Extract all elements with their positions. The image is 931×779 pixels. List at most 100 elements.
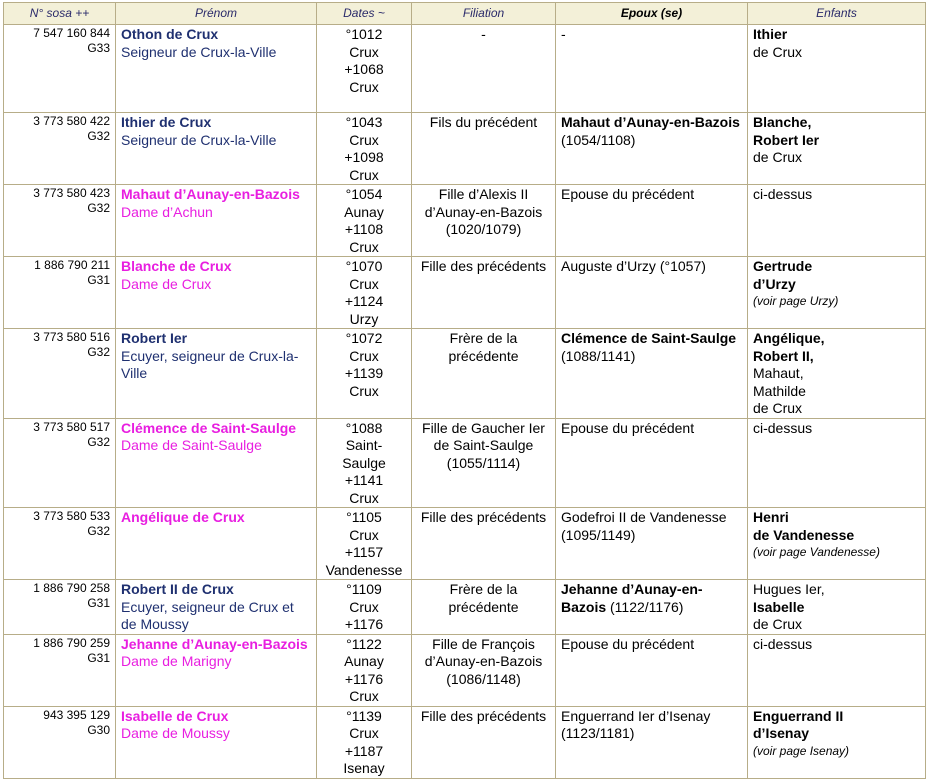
filiation-cell: Frère de la précédente: [411, 579, 556, 635]
children-note: (voir page Urzy): [753, 294, 839, 308]
child-line: Hugues Ier,: [753, 581, 825, 597]
person-title: Seigneur de Crux-la-Ville: [121, 43, 277, 60]
child-line: Gertrude: [753, 258, 813, 274]
filiation-text: Fille des précédents: [420, 707, 547, 724]
header-dates: Dates ~: [316, 2, 412, 25]
spouse-cell: Epouse du précédent: [555, 184, 748, 257]
children-cell: ci-dessus: [747, 184, 926, 257]
date-line: °1070: [345, 258, 383, 274]
filiation-text: Fille de Gaucher Ier de Saint-Saulge (10…: [422, 419, 545, 471]
spouse-cell: Epouse du précédent: [555, 417, 748, 508]
date-line: Crux: [349, 382, 379, 399]
children-cell: Blanche, Robert Ier de Crux: [747, 112, 926, 185]
generation-label: G31: [87, 596, 110, 610]
date-line: °1012: [345, 26, 383, 42]
header-filiation: Filiation: [411, 2, 556, 25]
table-row: 3 773 580 516 G32 Robert Ier Ecuyer, seigne…: [3, 328, 926, 419]
spouse-name: Mahaut d’Aunay-en-Bazois: [561, 114, 740, 130]
filiation-text: Fille des précédents: [420, 258, 547, 274]
spouse-cell: Jehanne d’Aunay-en-Bazois (1122/1176): [555, 579, 748, 635]
person-name: Clémence de Saint-Saulge: [121, 419, 297, 436]
child-line: Mahaut,: [753, 365, 804, 381]
dates-cell: °1088 Saint- Saulge +1141 Crux: [316, 417, 412, 508]
person-title: Dame de Moussy: [121, 725, 230, 741]
person-name: Jehanne d’Aunay-en-Bazois: [121, 635, 308, 652]
person-cell: Isabelle de Crux Dame de Moussy: [115, 705, 317, 779]
date-line: Aunay: [344, 653, 384, 669]
table-row: 3 773 580 517 G32 Clémence de Saint-Saulge…: [3, 417, 926, 508]
header-enfants: Enfants: [747, 2, 926, 25]
genealogy-table: N° sosa ++ Prénom Dates ~ Filiation Epou…: [3, 2, 926, 779]
sosa-number: 3 773 580 516: [33, 330, 110, 344]
generation-label: G33: [87, 41, 110, 55]
children-cell: Hugues Ier, Isabelle de Crux: [747, 579, 926, 635]
child-line: ci-dessus: [753, 419, 813, 436]
children-cell: Angélique, Robert II, Mahaut, Mathilde de Cr…: [747, 328, 926, 419]
sosa-number: 3 773 580 517: [33, 419, 110, 434]
header-sosa: N° sosa ++: [3, 2, 116, 25]
date-line: °1109: [346, 581, 382, 597]
date-line: Crux: [349, 78, 379, 95]
spouse-detail: Godefroi II de Vandenesse (1095/1149): [561, 509, 727, 543]
child-line: Mathilde: [753, 382, 806, 399]
filiation-cell: Fille des précédents: [411, 705, 556, 779]
spouse-detail: -: [561, 26, 566, 42]
spouse-cell: Auguste d’Urzy (°1057): [555, 256, 748, 329]
spouse-detail: Epouse du précédent: [561, 635, 695, 652]
dates-cell: °1105 Crux +1157 Vandenesse: [316, 507, 412, 580]
date-line: Crux: [349, 598, 379, 615]
sosa-number: 1 886 790 258: [33, 581, 110, 595]
children-note: (voir page Isenay): [753, 743, 850, 758]
header-prenom: Prénom: [115, 2, 317, 25]
filiation-cell: Fille de Gaucher Ier de Saint-Saulge (10…: [411, 417, 556, 508]
header-epoux: Epoux (se): [555, 2, 748, 25]
date-line: °1122: [346, 635, 382, 652]
date-line: Crux: [349, 489, 379, 506]
sosa-number: 943 395 129: [43, 707, 110, 722]
child-line: Robert II,: [753, 347, 814, 364]
date-line: +1068: [344, 61, 384, 77]
date-line: Crux: [349, 166, 379, 183]
person-cell: Jehanne d’Aunay-en-Bazois Dame de Marigny: [115, 633, 317, 707]
generation-label: G32: [87, 434, 110, 449]
date-line: +1139: [344, 365, 384, 381]
spouse-detail: (1122/1176): [606, 598, 684, 615]
person-title: Ecuyer, seigneur de Crux-la-Ville: [121, 347, 299, 382]
generation-label: G30: [87, 722, 110, 737]
person-name: Othon de Crux: [121, 26, 219, 42]
spouse-name: Clémence de Saint-Saulge: [561, 330, 737, 346]
child-line: Robert Ier: [753, 131, 820, 148]
sosa-number: 1 886 790 211: [34, 258, 110, 272]
person-name: Blanche de Crux: [121, 258, 232, 274]
children-cell: Gertrude d’Urzy (voir page Urzy): [747, 256, 926, 329]
date-line: Crux: [349, 725, 379, 741]
date-line: +1176: [344, 616, 384, 632]
sosa-cell: 3 773 580 516 G32: [3, 328, 116, 419]
date-line: Aunay: [344, 203, 384, 220]
person-cell: Othon de Crux Seigneur de Crux-la-Ville: [115, 24, 317, 113]
spouse-cell: Epouse du précédent: [555, 633, 748, 707]
sosa-cell: 3 773 580 423 G32: [3, 184, 116, 257]
date-line: °1043: [345, 114, 383, 130]
date-line: °1054: [345, 186, 383, 202]
date-line: °1105: [346, 509, 382, 525]
date-line: Saint-: [345, 437, 383, 453]
children-cell: Ithier de Crux: [747, 24, 926, 113]
date-line: Vandenesse: [325, 561, 403, 578]
dates-cell: °1070 Crux +1124 Urzy: [316, 256, 412, 329]
child-line: ci-dessus: [753, 635, 813, 652]
sosa-cell: 7 547 160 844 G33: [3, 24, 116, 113]
person-cell: Robert Ier Ecuyer, seigneur de Crux-la-Vi…: [115, 328, 317, 419]
person-name: Isabelle de Crux: [121, 707, 229, 724]
table-row: 7 547 160 844 G33 Othon de Crux Seigneur de…: [3, 24, 926, 113]
date-line: Urzy: [349, 310, 379, 327]
sosa-cell: 3 773 580 422 G32: [3, 112, 116, 185]
child-line: d’Isenay: [753, 725, 810, 741]
spouse-cell: -: [555, 24, 748, 113]
sosa-cell: 3 773 580 517 G32: [3, 417, 116, 508]
child-line: de Crux: [753, 43, 803, 60]
person-cell: Ithier de Crux Seigneur de Crux-la-Ville: [115, 112, 317, 185]
header-row: N° sosa ++ Prénom Dates ~ Filiation Epou…: [3, 2, 926, 25]
generation-label: G32: [87, 201, 110, 215]
children-cell: ci-dessus: [747, 633, 926, 707]
